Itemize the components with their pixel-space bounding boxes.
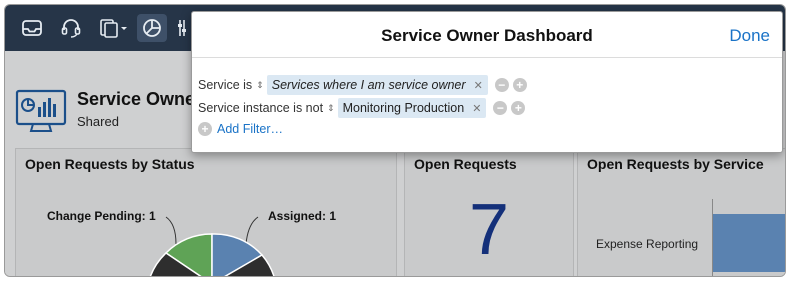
filter-row: Service instance is not ⇕ Monitoring Pro…	[198, 98, 526, 118]
pie-label-change-pending: Change Pending: 1	[47, 209, 156, 223]
add-filter-button[interactable]: + Add Filter…	[198, 122, 283, 136]
filter-row: Service is ⇕ Services where I am service…	[198, 75, 527, 95]
sort-arrows-icon[interactable]: ⇕	[256, 80, 264, 90]
dashboard-icon[interactable]	[137, 14, 167, 42]
filter-value-text: Monitoring Production	[342, 101, 465, 115]
filter-field-select[interactable]: Service instance is not	[198, 101, 323, 115]
panel-open-requests[interactable]: Open Requests 7	[404, 148, 574, 276]
dashboard-subtitle: Shared	[77, 114, 119, 129]
panel-open-requests-by-service[interactable]: Open Requests by Service Expense Reporti…	[577, 148, 785, 276]
remove-value-icon[interactable]: ✕	[474, 79, 483, 92]
service-bar	[713, 214, 785, 272]
pie-label-assigned: Assigned: 1	[268, 209, 337, 223]
filter-field-select[interactable]: Service is	[198, 78, 252, 92]
add-condition-icon[interactable]: +	[511, 101, 526, 115]
panel-title: Open Requests by Service	[587, 156, 764, 172]
filter-value-chip[interactable]: Monitoring Production ✕	[337, 98, 487, 118]
dashboard-monitor-icon	[15, 89, 67, 138]
sort-arrows-icon[interactable]: ⇕	[327, 103, 335, 113]
open-requests-count: 7	[468, 190, 510, 270]
remove-filter-icon[interactable]: −	[493, 101, 508, 115]
filter-value-chip[interactable]: Services where I am service owner ✕	[266, 75, 488, 95]
service-bar-label: Expense Reporting	[596, 237, 699, 251]
inbox-icon[interactable]	[17, 14, 47, 42]
remove-filter-icon[interactable]: −	[494, 78, 509, 92]
remove-value-icon[interactable]: ✕	[472, 102, 481, 115]
dashboard-filter-popover: Service Owner Dashboard Done Service is …	[191, 11, 783, 153]
plus-circle-icon: +	[198, 122, 212, 136]
popover-title: Service Owner Dashboard	[381, 26, 593, 45]
popover-header: Service Owner Dashboard Done	[192, 12, 782, 58]
app-window: Service Owne Shared Open Requests by Sta…	[4, 4, 786, 277]
filter-value-text: Services where I am service owner	[271, 78, 466, 92]
headset-icon[interactable]	[56, 14, 86, 42]
documents-icon[interactable]	[97, 14, 131, 42]
settings-icon[interactable]	[175, 14, 189, 42]
panel-title: Open Requests	[414, 156, 517, 172]
done-button[interactable]: Done	[729, 26, 770, 46]
panel-open-requests-by-status[interactable]: Open Requests by Status Change Pending: …	[15, 148, 397, 276]
add-condition-icon[interactable]: +	[512, 78, 527, 92]
dashboard-title: Service Owne	[77, 89, 196, 109]
add-filter-label: Add Filter…	[217, 122, 283, 136]
